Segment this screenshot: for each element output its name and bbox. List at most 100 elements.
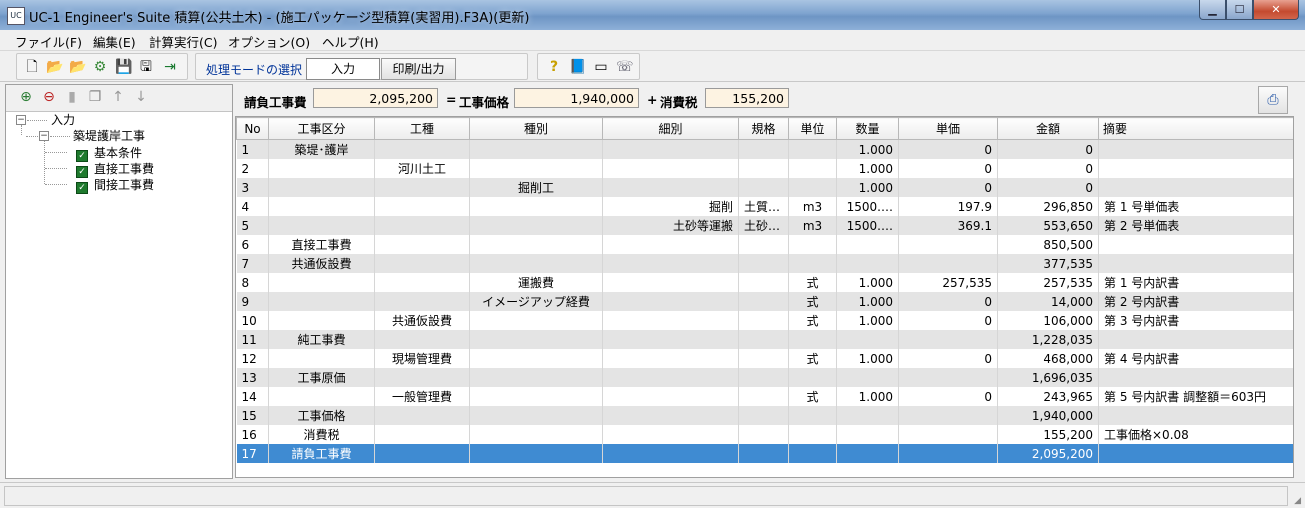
cell-unit[interactable]: m3: [788, 216, 837, 235]
table-row[interactable]: 1 築堤･護岸 1.000 0 0: [236, 139, 1293, 159]
cell-kind[interactable]: [469, 197, 603, 216]
cell-work-type[interactable]: [374, 292, 470, 311]
save-icon[interactable]: 💾: [115, 59, 132, 75]
cell-unit-price[interactable]: 0: [898, 311, 998, 330]
cell-no[interactable]: 11: [236, 330, 269, 349]
cell-remarks[interactable]: [1098, 254, 1293, 273]
cell-amount[interactable]: 296,850: [997, 197, 1099, 216]
menu-help[interactable]: ヘルプ(H): [322, 32, 379, 51]
cell-no[interactable]: 13: [236, 368, 269, 387]
cell-amount[interactable]: 155,200: [997, 425, 1099, 444]
table-row[interactable]: 2 河川土工 1.000 0 0: [236, 159, 1293, 178]
cell-work-type[interactable]: [374, 330, 470, 349]
cell-remarks[interactable]: 第 4 号内訳書: [1098, 349, 1293, 368]
menu-edit[interactable]: 編集(E): [93, 32, 136, 51]
table-row[interactable]: 9 イメージアップ経費 式 1.000 0 14,000 第 2 号内訳書: [236, 292, 1293, 311]
mode-input-button[interactable]: 入力: [306, 58, 380, 80]
cell-category[interactable]: [268, 292, 375, 311]
cell-detail[interactable]: [602, 178, 739, 197]
cell-unit[interactable]: 式: [788, 349, 837, 368]
cell-remarks[interactable]: [1098, 444, 1293, 463]
open-folder-icon[interactable]: 📂: [46, 59, 63, 75]
col-header-category[interactable]: 工事区分: [268, 117, 375, 140]
cell-kind[interactable]: イメージアップ経費: [469, 292, 603, 311]
manual-icon[interactable]: 📘: [569, 59, 586, 75]
cell-kind[interactable]: [469, 311, 603, 330]
cell-quantity[interactable]: 1.000: [836, 159, 899, 178]
cell-category[interactable]: [268, 216, 375, 235]
cell-unit[interactable]: [788, 235, 837, 254]
cell-kind[interactable]: [469, 406, 603, 425]
tree-collapse-root-icon[interactable]: −: [16, 115, 26, 125]
support-icon[interactable]: ☏: [616, 59, 634, 75]
cell-amount[interactable]: 1,940,000: [997, 406, 1099, 425]
cell-amount[interactable]: 0: [997, 159, 1099, 178]
cell-remarks[interactable]: 第 2 号単価表: [1098, 216, 1293, 235]
cell-unit[interactable]: [788, 139, 837, 159]
cell-unit-price[interactable]: 0: [898, 349, 998, 368]
table-row[interactable]: 15 工事価格 1,940,000: [236, 406, 1293, 425]
table-row[interactable]: 11 純工事費 1,228,035: [236, 330, 1293, 349]
cell-remarks[interactable]: 第 3 号内訳書: [1098, 311, 1293, 330]
title-bar[interactable]: UC UC-1 Engineer's Suite 積算(公共土木) - (施工パ…: [0, 0, 1305, 30]
table-row[interactable]: 12 現場管理費 式 1.000 0 468,000 第 4 号内訳書: [236, 349, 1293, 368]
cell-unit-price[interactable]: [898, 444, 998, 463]
cell-spec[interactable]: [738, 349, 789, 368]
tree-node-input[interactable]: 入力: [51, 111, 75, 128]
cell-unit[interactable]: [788, 444, 837, 463]
cell-no[interactable]: 14: [236, 387, 269, 406]
cell-kind[interactable]: [469, 159, 603, 178]
cell-detail[interactable]: 掘削: [602, 197, 739, 216]
cell-kind[interactable]: 掘削工: [469, 178, 603, 197]
cell-quantity[interactable]: [836, 368, 899, 387]
cell-amount[interactable]: 257,535: [997, 273, 1099, 292]
new-file-icon[interactable]: 🗋: [24, 59, 40, 75]
cell-no[interactable]: 7: [236, 254, 269, 273]
cell-no[interactable]: 10: [236, 311, 269, 330]
print-preview-button[interactable]: ⎙: [1258, 86, 1288, 114]
resize-grip-icon[interactable]: ◢: [1294, 496, 1301, 506]
table-row[interactable]: 6 直接工事費 850,500: [236, 235, 1293, 254]
table-row[interactable]: 5 土砂等運搬 土砂… m3 1500.… 369.1 553,650 第 2 号単価表: [236, 216, 1293, 235]
cell-quantity[interactable]: [836, 235, 899, 254]
cell-remarks[interactable]: 工事価格×0.08: [1098, 425, 1293, 444]
cell-work-type[interactable]: [374, 273, 470, 292]
cell-work-type[interactable]: [374, 235, 470, 254]
cell-unit[interactable]: 式: [788, 273, 837, 292]
cell-unit-price[interactable]: 0: [898, 139, 998, 159]
cell-no[interactable]: 8: [236, 273, 269, 292]
cell-unit-price[interactable]: 0: [898, 178, 998, 197]
cell-amount[interactable]: 1,696,035: [997, 368, 1099, 387]
cell-remarks[interactable]: [1098, 406, 1293, 425]
cell-work-type[interactable]: [374, 254, 470, 273]
cell-quantity[interactable]: [836, 254, 899, 273]
cell-spec[interactable]: 土質…: [738, 197, 789, 216]
cell-remarks[interactable]: 第 1 号単価表: [1098, 197, 1293, 216]
cell-amount[interactable]: 106,000: [997, 311, 1099, 330]
settings-icon[interactable]: ⚙: [92, 59, 108, 75]
cell-detail[interactable]: [602, 406, 739, 425]
cell-unit[interactable]: m3: [788, 197, 837, 216]
cell-unit-price[interactable]: [898, 406, 998, 425]
col-header-spec[interactable]: 規格: [738, 117, 789, 140]
cell-unit-price[interactable]: 0: [898, 387, 998, 406]
cell-unit[interactable]: [788, 159, 837, 178]
col-header-unit-price[interactable]: 単価: [898, 117, 998, 140]
cell-unit-price[interactable]: 257,535: [898, 273, 998, 292]
cell-quantity[interactable]: 1500.…: [836, 216, 899, 235]
cell-unit-price[interactable]: [898, 425, 998, 444]
cell-kind[interactable]: 運搬費: [469, 273, 603, 292]
cell-kind[interactable]: [469, 387, 603, 406]
cell-remarks[interactable]: [1098, 178, 1293, 197]
cell-spec[interactable]: [738, 330, 789, 349]
cell-no[interactable]: 16: [236, 425, 269, 444]
col-header-kind[interactable]: 種別: [469, 117, 603, 140]
cell-spec[interactable]: [738, 235, 789, 254]
cell-category[interactable]: 共通仮設費: [268, 254, 375, 273]
cell-no[interactable]: 5: [236, 216, 269, 235]
cell-kind[interactable]: [469, 254, 603, 273]
about-icon[interactable]: ▭: [593, 59, 609, 75]
cell-amount[interactable]: 553,650: [997, 216, 1099, 235]
cell-no[interactable]: 3: [236, 178, 269, 197]
col-header-quantity[interactable]: 数量: [836, 117, 899, 140]
